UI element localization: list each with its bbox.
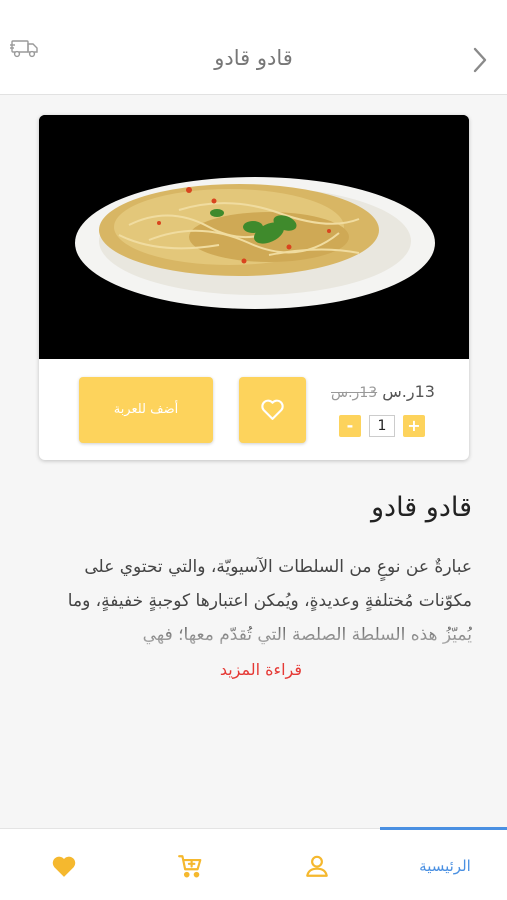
- user-icon[interactable]: [304, 853, 330, 883]
- app-header: قادو قادو: [0, 0, 507, 95]
- price-area: 13ر.س 13ر.س: [331, 382, 435, 401]
- active-tab-indicator: [380, 827, 507, 830]
- quantity-value[interactable]: 1: [369, 415, 395, 437]
- add-to-cart-button[interactable]: أضف للعربة: [79, 377, 213, 443]
- bottom-navigation: الرئيسية: [0, 827, 507, 900]
- product-card: أضف للعربة 13ر.س 13ر.س - 1 +: [39, 115, 469, 460]
- quantity-decrease-button[interactable]: -: [339, 415, 361, 437]
- product-image: [39, 115, 469, 359]
- favorite-button[interactable]: [239, 377, 306, 443]
- current-price: 13ر.س: [382, 382, 435, 401]
- chevron-right-icon[interactable]: [471, 46, 489, 74]
- page-title: قادو قادو: [214, 46, 293, 70]
- heart-outline-icon: [261, 399, 284, 420]
- read-more-link[interactable]: قراءة المزيد: [220, 660, 302, 679]
- quantity-increase-button[interactable]: +: [403, 415, 425, 437]
- heart-icon[interactable]: [51, 854, 77, 882]
- product-name: قادو قادو: [371, 492, 472, 523]
- cart-icon[interactable]: [176, 853, 204, 883]
- description-fade: [40, 620, 472, 654]
- old-price: 13ر.س: [331, 385, 378, 401]
- nav-home[interactable]: الرئيسية: [395, 857, 495, 877]
